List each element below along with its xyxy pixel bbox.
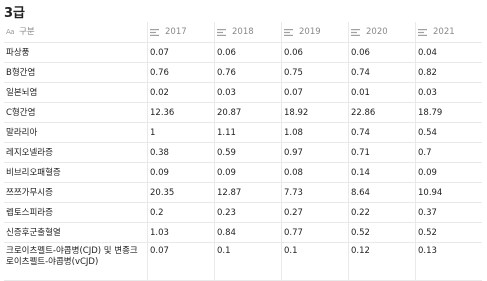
row-label: 쯔쯔가무시증	[6, 187, 53, 198]
table-cell: 0.1	[214, 243, 281, 280]
table-cell: 1	[147, 123, 214, 142]
table-cell: 0.59	[214, 143, 281, 162]
table-cell: 0.71	[348, 143, 415, 162]
row-label: 비브리오패혈증	[6, 167, 61, 178]
table-row: 레지오넬라증 0.38 0.59 0.97 0.71 0.7	[4, 143, 482, 163]
row-label: 레지오넬라증	[6, 147, 53, 158]
table-row: C형간염 12.36 20.87 18.92 22.86 18.79	[4, 103, 482, 123]
table-cell: 22.86	[348, 103, 415, 122]
row-label: 파상풍	[6, 47, 30, 58]
table-cell: 18.79	[415, 103, 482, 122]
header-label-year: 2018	[232, 27, 254, 37]
table-cell: 0.09	[147, 163, 214, 182]
table-cell: 0.03	[214, 83, 281, 102]
header-cell-year[interactable]: 2021	[415, 22, 482, 42]
number-type-icon	[284, 28, 293, 36]
table-cell: 7.73	[281, 183, 348, 202]
row-label: 말라리아	[6, 127, 38, 138]
table-cell: 0.07	[281, 83, 348, 102]
header-cell-year[interactable]: 2017	[147, 22, 214, 42]
table-cell: 0.14	[348, 163, 415, 182]
table-row: 파상풍 0.07 0.06 0.06 0.06 0.04	[4, 43, 482, 63]
table-cell: 0.75	[281, 63, 348, 82]
header-label-year: 2020	[366, 27, 388, 37]
table-cell: 0.77	[281, 223, 348, 242]
table-cell: 0.06	[214, 43, 281, 62]
table-cell: 12.87	[214, 183, 281, 202]
header-label-year: 2017	[165, 27, 187, 37]
table-row: 렙토스피라증 0.2 0.23 0.27 0.22 0.37	[4, 203, 482, 223]
table-cell: 0.76	[214, 63, 281, 82]
table-cell: 0.38	[147, 143, 214, 162]
row-label: 크로이츠펠트-야콥병(CJD) 및 변종크로이츠펠트-야콥병(vCJD)	[6, 246, 138, 267]
table-cell: 1.03	[147, 223, 214, 242]
table-cell: 18.92	[281, 103, 348, 122]
table-cell: 0.97	[281, 143, 348, 162]
table-row: 일본뇌염 0.02 0.03 0.07 0.01 0.03	[4, 83, 482, 103]
table-cell: 1.11	[214, 123, 281, 142]
table-cell: 0.01	[348, 83, 415, 102]
table-cell: 20.35	[147, 183, 214, 202]
row-label: B형간염	[6, 67, 36, 78]
table-cell: 8.64	[348, 183, 415, 202]
table-cell: 0.1	[281, 243, 348, 280]
table-cell: 0.2	[147, 203, 214, 222]
table-cell: 0.13	[415, 243, 482, 280]
table-cell: 0.09	[214, 163, 281, 182]
text-type-icon: Aa	[6, 28, 15, 36]
number-type-icon	[418, 28, 427, 36]
table-cell: 0.84	[214, 223, 281, 242]
table-cell: 0.07	[147, 43, 214, 62]
header-cell-year[interactable]: 2018	[214, 22, 281, 42]
header-label-year: 2019	[299, 27, 321, 37]
table-cell: 12.36	[147, 103, 214, 122]
table-row: 말라리아 1 1.11 1.08 0.74 0.54	[4, 123, 482, 143]
table-cell: 0.23	[214, 203, 281, 222]
table-cell: 0.27	[281, 203, 348, 222]
header-cell-category[interactable]: Aa 구분	[4, 22, 147, 42]
table-cell: 0.37	[415, 203, 482, 222]
table-cell: 0.07	[147, 243, 214, 280]
table-cell: 0.06	[348, 43, 415, 62]
table-cell: 0.12	[348, 243, 415, 280]
table-row: 쯔쯔가무시증 20.35 12.87 7.73 8.64 10.94	[4, 183, 482, 203]
row-label: 렙토스피라증	[6, 207, 53, 218]
table-cell: 0.7	[415, 143, 482, 162]
table-row: 신증후군출혈열 1.03 0.84 0.77 0.52 0.52	[4, 223, 482, 243]
table-cell: 0.74	[348, 63, 415, 82]
table-cell: 0.08	[281, 163, 348, 182]
table-cell: 20.87	[214, 103, 281, 122]
table-cell: 1.08	[281, 123, 348, 142]
table-cell: 10.94	[415, 183, 482, 202]
header-label-category: 구분	[19, 27, 35, 37]
table-cell: 0.02	[147, 83, 214, 102]
table-cell: 0.04	[415, 43, 482, 62]
page-title: 3급	[4, 6, 26, 21]
table-cell: 0.82	[415, 63, 482, 82]
number-type-icon	[351, 28, 360, 36]
data-table: Aa 구분 2017 2018 2019 2020 2021 파상풍 0.07 …	[4, 22, 482, 281]
header-cell-year[interactable]: 2020	[348, 22, 415, 42]
row-label: 신증후군출혈열	[6, 227, 61, 238]
table-row: 비브리오패혈증 0.09 0.09 0.08 0.14 0.09	[4, 163, 482, 183]
table-cell: 0.09	[415, 163, 482, 182]
table-cell: 0.54	[415, 123, 482, 142]
number-type-icon	[217, 28, 226, 36]
table-cell: 0.74	[348, 123, 415, 142]
table-cell: 0.06	[281, 43, 348, 62]
table-cell: 0.03	[415, 83, 482, 102]
row-label: 일본뇌염	[6, 87, 38, 98]
table-row: B형간염 0.76 0.76 0.75 0.74 0.82	[4, 63, 482, 83]
table-header-row: Aa 구분 2017 2018 2019 2020 2021	[4, 22, 482, 43]
table-cell: 0.52	[415, 223, 482, 242]
table-row: 크로이츠펠트-야콥병(CJD) 및 변종크로이츠펠트-야콥병(vCJD) 0.0…	[4, 243, 482, 281]
number-type-icon	[150, 28, 159, 36]
table-cell: 0.22	[348, 203, 415, 222]
table-cell: 0.52	[348, 223, 415, 242]
header-label-year: 2021	[433, 27, 455, 37]
table-cell: 0.76	[147, 63, 214, 82]
row-label: C형간염	[6, 107, 36, 118]
header-cell-year[interactable]: 2019	[281, 22, 348, 42]
